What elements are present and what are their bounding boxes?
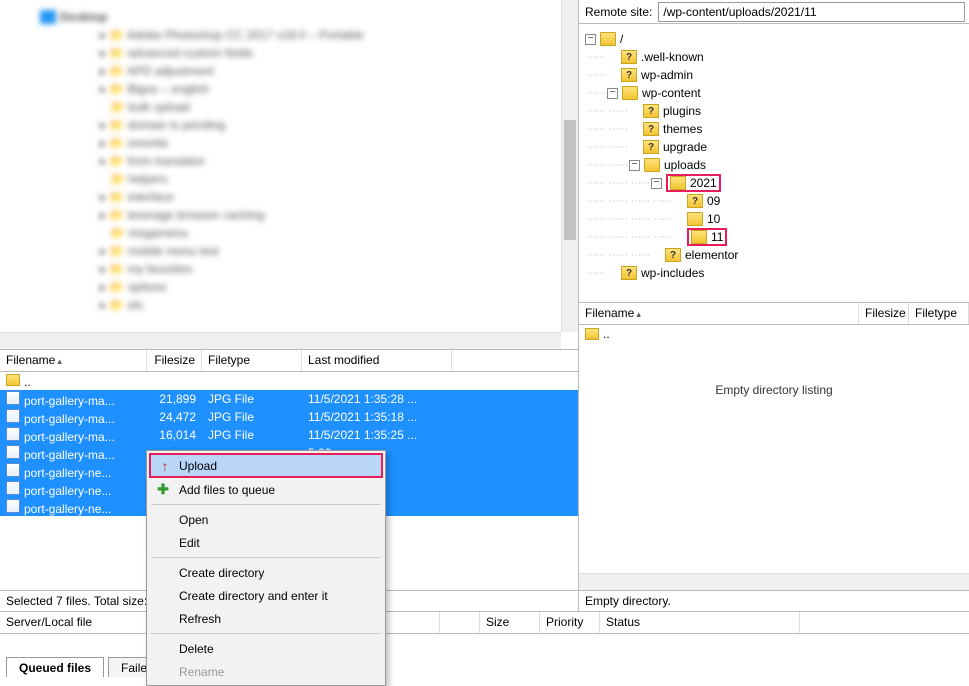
remote-file-list[interactable]: .. Empty directory listing bbox=[579, 325, 969, 591]
col-priority[interactable]: Priority bbox=[540, 612, 600, 633]
unknown-folder-icon: ? bbox=[643, 122, 659, 136]
file-icon bbox=[6, 427, 20, 441]
folder-icon bbox=[644, 158, 660, 172]
remote-site-label: Remote site: bbox=[579, 5, 658, 19]
menu-item-open[interactable]: Open bbox=[149, 508, 383, 531]
col-filename[interactable]: Filename bbox=[0, 350, 147, 371]
menu-item-create-directory-and-enter-it[interactable]: Create directory and enter it bbox=[149, 584, 383, 607]
tree-node[interactable]: ⋯⋯?wp-admin bbox=[585, 66, 965, 84]
folder-icon bbox=[600, 32, 616, 46]
folder-icon bbox=[691, 230, 707, 244]
unknown-folder-icon: ? bbox=[643, 140, 659, 154]
unknown-folder-icon: ? bbox=[643, 104, 659, 118]
unknown-folder-icon: ? bbox=[621, 68, 637, 82]
folder-icon bbox=[6, 374, 20, 386]
menu-item-edit[interactable]: Edit bbox=[149, 531, 383, 554]
menu-item-upload[interactable]: ↑Upload bbox=[149, 453, 383, 478]
file-row[interactable]: port-gallery-ma...21,899JPG File11/5/202… bbox=[0, 390, 578, 408]
tree-node[interactable]: ⋯⋯⋯⋯⋯⋯⋯⋯10 bbox=[585, 210, 965, 228]
tree-node[interactable]: ⋯⋯⋯⋯⋯⋯−2021 bbox=[585, 174, 965, 192]
unknown-folder-icon: ? bbox=[665, 248, 681, 262]
tree-node[interactable]: ⋯⋯⋯⋯?plugins bbox=[585, 102, 965, 120]
collapse-icon[interactable]: − bbox=[585, 34, 596, 45]
remote-status-bar: Empty directory. bbox=[579, 590, 969, 611]
folder-icon bbox=[585, 328, 599, 340]
unknown-folder-icon: ? bbox=[621, 50, 637, 64]
unknown-folder-icon: ? bbox=[621, 266, 637, 280]
menu-item-rename: Rename bbox=[149, 660, 383, 683]
col-filetype[interactable]: Filetype bbox=[909, 303, 969, 324]
col-size[interactable]: Size bbox=[480, 612, 540, 633]
col-filetype[interactable]: Filetype bbox=[202, 350, 302, 371]
tree-node[interactable]: ⋯⋯⋯⋯?upgrade bbox=[585, 138, 965, 156]
remote-directory-tree[interactable]: − / ⋯⋯?.well-known⋯⋯?wp-admin⋯⋯−wp-conte… bbox=[579, 24, 969, 303]
local-directory-tree[interactable]: Desktop ▸ 📁 Adobe Photoshop CC 2017 v18.… bbox=[0, 0, 578, 350]
tree-node[interactable]: ⋯⋯⋯⋯⋯⋯⋯⋯11 bbox=[585, 228, 965, 246]
file-icon bbox=[6, 445, 20, 459]
tab-queued-files[interactable]: Queued files bbox=[6, 657, 104, 677]
menu-item-add-files-to-queue[interactable]: ✚Add files to queue bbox=[149, 478, 383, 501]
scrollbar-horizontal[interactable] bbox=[579, 573, 969, 590]
tree-root[interactable]: − / bbox=[585, 30, 965, 48]
remote-file-list-header[interactable]: Filename Filesize Filetype bbox=[579, 303, 969, 325]
file-icon bbox=[6, 499, 20, 513]
folder-icon bbox=[687, 212, 703, 226]
upload-icon: ↑ bbox=[157, 458, 173, 474]
collapse-icon[interactable]: − bbox=[651, 178, 662, 189]
col-last-modified[interactable]: Last modified bbox=[302, 350, 452, 371]
tree-node[interactable]: ⋯⋯?wp-includes bbox=[585, 264, 965, 282]
scrollbar-horizontal[interactable] bbox=[0, 332, 561, 349]
col-status[interactable]: Status bbox=[600, 612, 800, 633]
parent-dir-row[interactable]: .. bbox=[579, 325, 969, 343]
tree-node[interactable]: ⋯⋯?.well-known bbox=[585, 48, 965, 66]
tree-node[interactable]: ⋯⋯⋯⋯⋯⋯⋯⋯?09 bbox=[585, 192, 965, 210]
file-icon bbox=[6, 391, 20, 405]
file-context-menu: ↑Upload✚Add files to queue OpenEdit Create… bbox=[146, 450, 386, 686]
menu-separator bbox=[151, 633, 381, 634]
menu-separator bbox=[151, 504, 381, 505]
unknown-folder-icon: ? bbox=[687, 194, 703, 208]
menu-item-refresh[interactable]: Refresh bbox=[149, 607, 383, 630]
folder-icon bbox=[622, 86, 638, 100]
file-row[interactable]: port-gallery-ma...24,472JPG File11/5/202… bbox=[0, 408, 578, 426]
menu-item-delete[interactable]: Delete bbox=[149, 637, 383, 660]
local-file-list-header[interactable]: Filename Filesize Filetype Last modified bbox=[0, 350, 578, 372]
tree-node[interactable]: ⋯⋯−wp-content bbox=[585, 84, 965, 102]
file-icon bbox=[6, 409, 20, 423]
col-filesize[interactable]: Filesize bbox=[147, 350, 202, 371]
tree-node[interactable]: ⋯⋯⋯⋯⋯⋯?elementor bbox=[585, 246, 965, 264]
file-icon bbox=[6, 481, 20, 495]
col-filesize[interactable]: Filesize bbox=[859, 303, 909, 324]
collapse-icon[interactable]: − bbox=[629, 160, 640, 171]
empty-listing-text: Empty directory listing bbox=[579, 383, 969, 397]
remote-path-input[interactable] bbox=[658, 2, 965, 22]
collapse-icon[interactable]: − bbox=[607, 88, 618, 99]
blurred-local-tree: Desktop ▸ 📁 Adobe Photoshop CC 2017 v18.… bbox=[0, 0, 578, 322]
folder-icon bbox=[670, 176, 686, 190]
add-queue-icon: ✚ bbox=[155, 481, 171, 498]
scrollbar-vertical[interactable] bbox=[561, 0, 578, 332]
menu-separator bbox=[151, 557, 381, 558]
tree-node[interactable]: ⋯⋯⋯⋯?themes bbox=[585, 120, 965, 138]
file-icon bbox=[6, 463, 20, 477]
file-row[interactable]: port-gallery-ma...16,014JPG File11/5/202… bbox=[0, 426, 578, 444]
parent-dir-row[interactable]: .. bbox=[0, 372, 578, 390]
tree-node[interactable]: ⋯⋯⋯⋯−uploads bbox=[585, 156, 965, 174]
col-filename[interactable]: Filename bbox=[579, 303, 859, 324]
menu-item-create-directory[interactable]: Create directory bbox=[149, 561, 383, 584]
